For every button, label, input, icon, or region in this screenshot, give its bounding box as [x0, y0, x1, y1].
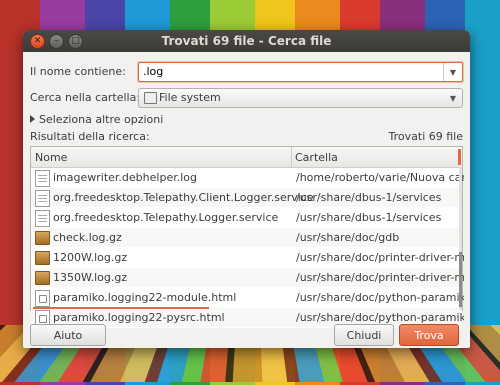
sort-indicator — [458, 149, 461, 165]
file-name: 1200W.log.gz — [53, 251, 128, 264]
name-label: Il nome contiene: — [30, 65, 126, 78]
archive-file-icon — [35, 251, 50, 265]
file-folder: /usr/share/doc/python-paramiko — [296, 291, 464, 304]
results-label: Risultati della ricerca: — [30, 130, 150, 143]
name-history-dropdown[interactable]: ▼ — [443, 63, 462, 81]
file-name: org.freedesktop.Telepathy.Logger.service — [53, 211, 279, 224]
file-folder: /usr/share/doc/gdb — [296, 231, 400, 244]
html-file-icon — [35, 290, 50, 307]
table-row[interactable]: org.freedesktop.Telepathy.Client.Logger.… — [31, 188, 462, 208]
help-button[interactable]: Aiuto — [30, 324, 106, 346]
results-table: Nome Cartella imagewriter.debhelper.log /… — [30, 146, 464, 328]
folder-select-value: File system — [159, 91, 221, 104]
drive-icon — [144, 92, 157, 104]
folder-select[interactable]: File system ▼ — [138, 88, 463, 108]
find-button-label: Trova — [414, 328, 444, 342]
column-header-folder[interactable]: Cartella — [295, 151, 338, 164]
file-folder: /usr/share/doc/printer-driver-min12xxw — [296, 271, 464, 284]
chevron-down-icon: ▼ — [449, 93, 457, 103]
search-window: ✕ – □ Trovati 69 file - Cerca file Il no… — [23, 30, 470, 348]
file-name: imagewriter.debhelper.log — [53, 171, 197, 184]
expander-arrow-icon — [30, 115, 35, 123]
file-folder: /usr/share/doc/printer-driver-min12xxw — [296, 251, 464, 264]
table-row[interactable]: check.log.gz/usr/share/doc/gdb — [31, 228, 462, 248]
text-file-icon — [35, 170, 50, 187]
file-folder: /home/roberto/varie/Nuova cartella — [296, 171, 464, 184]
folder-dropdown-arrow[interactable]: ▼ — [444, 89, 462, 107]
highlight-underline — [33, 307, 209, 309]
window-title: Trovati 69 file - Cerca file — [161, 34, 332, 48]
file-name: paramiko.logging22-pysrc.html — [53, 311, 225, 324]
close-button-label: Chiudi — [346, 328, 382, 342]
table-header: Nome Cartella — [31, 147, 462, 168]
archive-file-icon — [35, 271, 50, 285]
file-folder: /usr/share/dbus-1/services — [296, 211, 442, 224]
text-file-icon — [35, 190, 50, 207]
scrollbar-thumb[interactable] — [459, 252, 462, 307]
more-options-expander[interactable]: Seleziona altre opzioni — [30, 113, 163, 126]
table-row[interactable]: paramiko.logging22-module.html/usr/share… — [31, 288, 464, 308]
table-row[interactable]: imagewriter.debhelper.log/home/roberto/v… — [31, 168, 464, 188]
name-input[interactable] — [139, 63, 437, 79]
results-count: Trovati 69 file — [388, 130, 463, 143]
file-name: 1350W.log.gz — [53, 271, 128, 284]
file-folder: /usr/share/dbus-1/services — [296, 191, 442, 204]
file-name: check.log.gz — [53, 231, 122, 244]
close-button[interactable]: Chiudi — [334, 324, 394, 346]
name-field-container: ▼ — [138, 62, 463, 82]
column-divider[interactable] — [291, 147, 292, 167]
file-folder: /usr/share/doc/python-paramiko — [296, 311, 464, 324]
column-header-name[interactable]: Nome — [35, 151, 67, 164]
text-file-icon — [35, 210, 50, 227]
chevron-down-icon: ▼ — [449, 67, 457, 77]
result-rows: imagewriter.debhelper.log/home/roberto/v… — [31, 168, 464, 328]
archive-file-icon — [35, 231, 50, 245]
results-scrollbar[interactable] — [459, 167, 462, 310]
file-name: org.freedesktop.Telepathy.Client.Logger.… — [53, 191, 314, 204]
find-button[interactable]: Trova — [399, 324, 459, 346]
table-row[interactable]: org.freedesktop.Telepathy.Logger.service… — [31, 208, 462, 228]
title-bar: ✕ – □ Trovati 69 file - Cerca file — [23, 30, 470, 52]
help-button-label: Aiuto — [53, 328, 83, 342]
file-name: paramiko.logging22-module.html — [53, 291, 237, 304]
table-row[interactable]: 1200W.log.gz/usr/share/doc/printer-drive… — [31, 248, 464, 268]
folder-label: Cerca nella cartella: — [30, 91, 141, 104]
table-row[interactable]: 1350W.log.gz/usr/share/doc/printer-drive… — [31, 268, 464, 288]
more-options-label: Seleziona altre opzioni — [39, 113, 164, 126]
